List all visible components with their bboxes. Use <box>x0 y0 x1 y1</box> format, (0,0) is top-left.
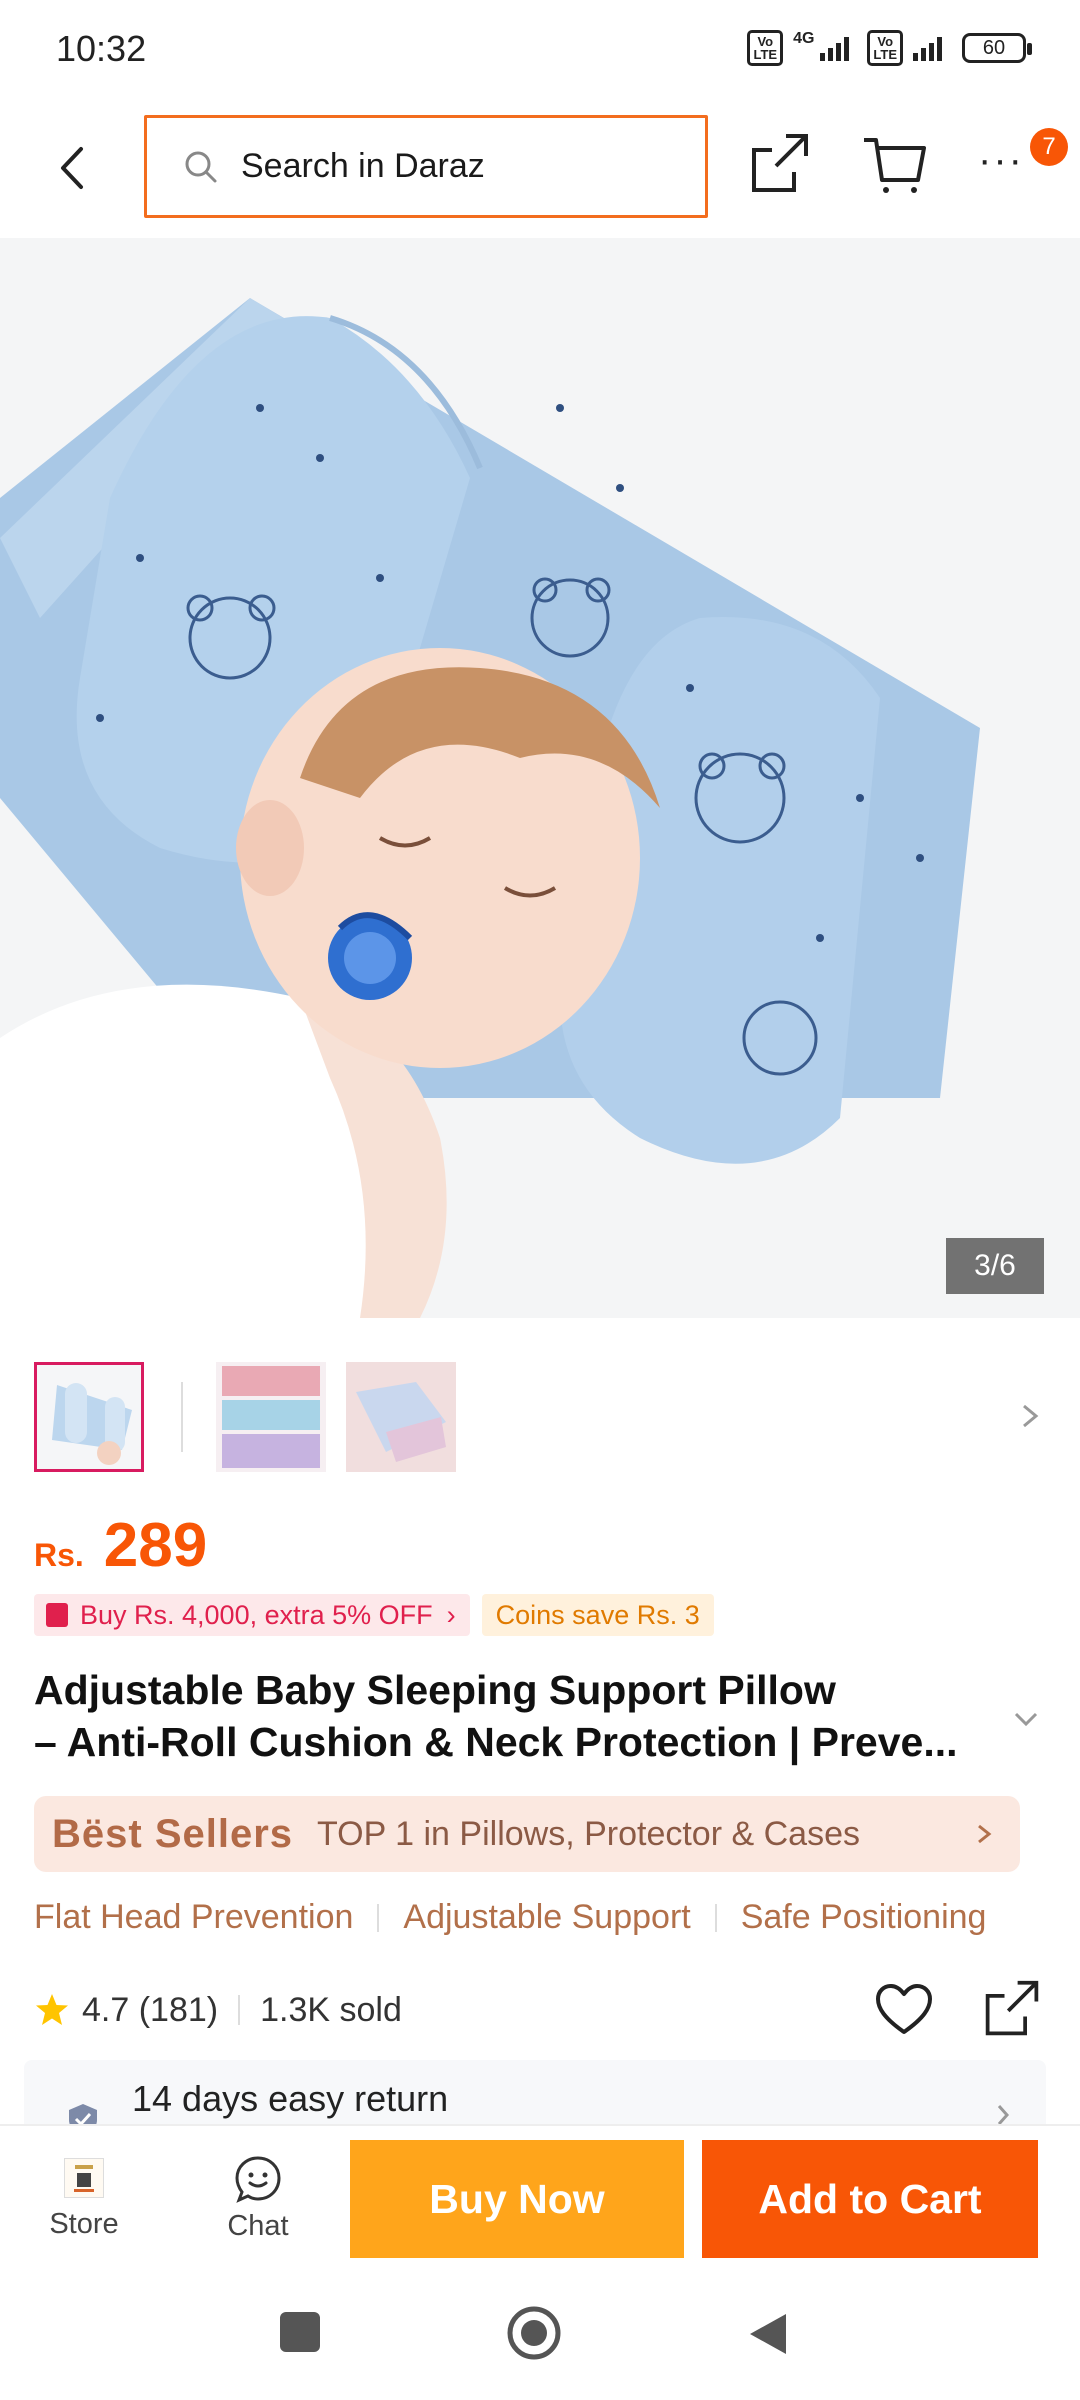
product-title-line-2: – Anti-Roll Cushion & Neck Protection | … <box>34 1719 958 1765</box>
best-sellers-banner[interactable]: Bëst Sellers TOP 1 in Pillows, Protector… <box>34 1796 1020 1872</box>
share-button-secondary[interactable] <box>982 1978 1042 2040</box>
thumbnail-image <box>216 1362 326 1472</box>
share-icon <box>985 1980 1039 2036</box>
product-image[interactable]: 3/6 <box>0 238 1080 1318</box>
chevron-right-icon <box>997 2105 1010 2125</box>
back-button[interactable] <box>42 128 102 208</box>
product-photo <box>0 238 1080 1318</box>
chat-icon <box>235 2156 281 2203</box>
search-input[interactable]: Search in Daraz <box>144 115 708 218</box>
top-header: Search in Daraz ··· 7 <box>0 100 1080 238</box>
image-counter: 3/6 <box>946 1238 1044 1294</box>
title-expand-button[interactable] <box>1008 1700 1044 1736</box>
star-icon <box>36 1994 68 2025</box>
system-nav-bar <box>0 2284 1080 2400</box>
status-bar: 10:32 Vo LTE 4G Vo LTE 60 <box>0 0 1080 100</box>
volte-icon: Vo LTE <box>747 30 784 66</box>
chat-button[interactable]: Chat <box>206 2154 310 2264</box>
more-dots-icon: ··· <box>978 138 1024 182</box>
price-currency: Rs. <box>34 1537 84 1573</box>
search-icon <box>185 151 217 182</box>
feature-tag: Safe Positioning <box>740 1898 987 1936</box>
thumbnail-divider <box>181 1382 183 1452</box>
add-to-cart-button[interactable]: Add to Cart <box>702 2140 1038 2258</box>
thumbnail-3[interactable] <box>346 1362 456 1472</box>
thumbnail-strip <box>0 1350 1080 1480</box>
best-sellers-label: Bëst Sellers <box>52 1811 294 1856</box>
chevron-right-icon <box>978 1824 992 1844</box>
store-icon <box>74 2165 94 2192</box>
rating-value[interactable]: 4.7 (181) <box>82 1991 218 2030</box>
voucher-icon <box>46 1603 68 1627</box>
chevron-right-icon: › <box>446 1599 456 1630</box>
coins-promo[interactable]: Coins save Rs. 3 <box>481 1594 714 1636</box>
signal-icon <box>820 35 850 61</box>
best-sellers-text: TOP 1 in Pillows, Protector & Cases <box>317 1814 860 1853</box>
product-title: Adjustable Baby Sleeping Support Pillow … <box>34 1664 1014 1768</box>
system-back-icon[interactable] <box>746 2310 790 2358</box>
rating-separator <box>238 1995 241 2025</box>
price-amount: 289 <box>103 1511 208 1580</box>
recents-icon[interactable] <box>280 2312 320 2352</box>
store-logo <box>64 2158 104 2198</box>
promo-row: Buy Rs. 4,000, extra 5% OFF › Coins save… <box>34 1594 714 1636</box>
return-policy-text: 14 days easy return <box>132 2078 449 2119</box>
feature-separator <box>714 1903 717 1932</box>
voucher-promo[interactable]: Buy Rs. 4,000, extra 5% OFF › <box>34 1594 470 1636</box>
status-time: 10:32 <box>56 28 147 69</box>
bottom-action-bar: Store Chat Buy Now Add to Cart <box>0 2124 1080 2284</box>
share-button[interactable] <box>748 132 812 196</box>
feature-tag: Flat Head Prevention <box>34 1898 354 1936</box>
sold-count: 1.3K sold <box>260 1990 402 2029</box>
signal-icon-2 <box>913 35 942 61</box>
share-icon <box>752 134 808 192</box>
chevron-right-icon <box>1023 1404 1039 1428</box>
store-label: Store <box>49 2208 119 2240</box>
chat-label: Chat <box>227 2210 289 2242</box>
cart-button[interactable] <box>860 132 930 196</box>
thumbnail-1[interactable] <box>34 1362 144 1472</box>
search-placeholder: Search in Daraz <box>241 147 485 185</box>
back-arrow-icon <box>61 147 83 189</box>
network-type: 4G <box>793 30 815 47</box>
feature-separator <box>377 1903 380 1932</box>
home-icon[interactable] <box>505 2304 563 2362</box>
wishlist-button[interactable] <box>874 1982 934 2038</box>
buy-now-button[interactable]: Buy Now <box>350 2140 684 2258</box>
thumbnail-2[interactable] <box>216 1362 326 1472</box>
shield-check-icon <box>69 2104 97 2126</box>
volte-icon-2: Vo LTE <box>867 30 903 66</box>
voucher-promo-text: Buy Rs. 4,000, extra 5% OFF <box>80 1599 433 1630</box>
thumbnail-image <box>37 1365 141 1469</box>
heart-icon <box>876 1984 932 2034</box>
thumbnails-next-button[interactable] <box>1010 1392 1050 1440</box>
return-policy-row[interactable]: 14 days easy return <box>24 2060 1046 2126</box>
cart-icon <box>864 138 926 193</box>
feature-tag: Adjustable Support <box>403 1898 691 1936</box>
battery-icon: 60 <box>962 33 1032 63</box>
rating-row: 4.7 (181) 1.3K sold <box>34 1980 1046 2038</box>
thumbnail-image <box>346 1362 456 1472</box>
product-title-line-1: Adjustable Baby Sleeping Support Pillow <box>34 1667 836 1713</box>
status-icons: Vo LTE 4G Vo LTE 60 <box>747 30 1032 66</box>
notification-badge: 7 <box>1030 128 1068 166</box>
chevron-down-icon <box>1014 1712 1038 1727</box>
store-button[interactable]: Store <box>34 2158 134 2268</box>
price: Rs. 289 <box>34 1510 207 1581</box>
feature-tags: Flat Head Prevention Adjustable Support … <box>34 1898 1080 1937</box>
